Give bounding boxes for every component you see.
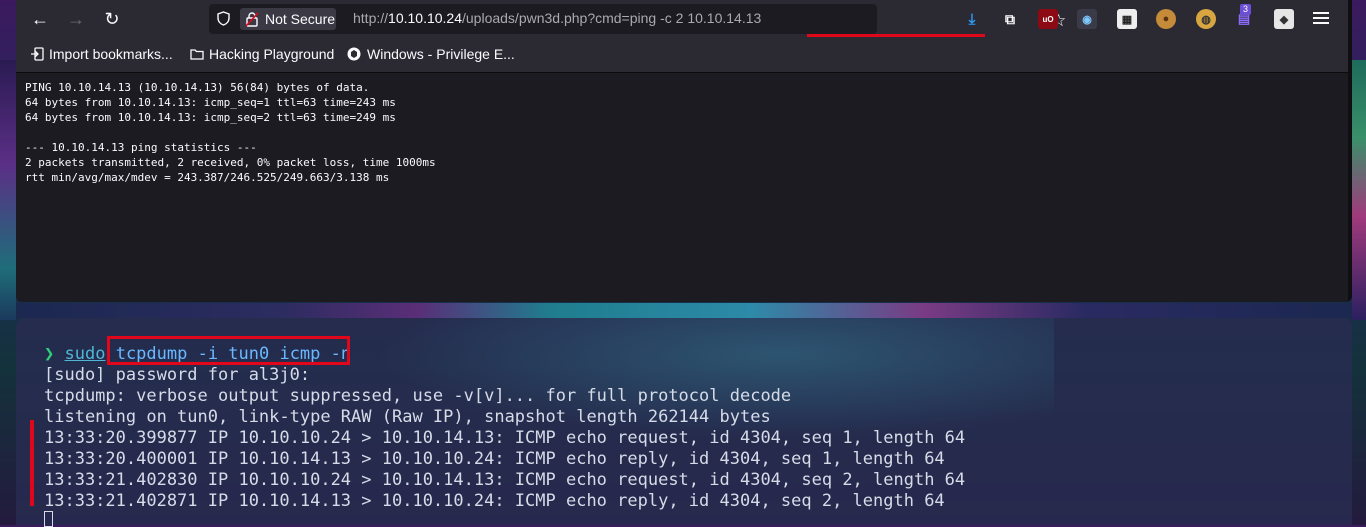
prompt-symbol: ❯ bbox=[44, 344, 55, 364]
downloads-icon[interactable]: ⤓ bbox=[962, 9, 982, 29]
hamburger-menu-icon[interactable] bbox=[1313, 9, 1329, 27]
bookmark-hacking-playground[interactable]: Hacking Playground bbox=[209, 46, 334, 62]
site-favicon-icon bbox=[347, 47, 361, 61]
security-indicator[interactable]: Not Secure bbox=[240, 8, 336, 30]
terminal-line: [sudo] password for al3j0: bbox=[44, 365, 311, 385]
shield-icon[interactable] bbox=[217, 11, 230, 26]
folder-icon bbox=[190, 49, 204, 60]
qr-code-icon[interactable]: ▦ bbox=[1117, 9, 1137, 29]
output-line: --- 10.10.14.13 ping statistics --- bbox=[25, 141, 257, 154]
terminal-line: 13:33:20.399877 IP 10.10.10.24 > 10.10.1… bbox=[44, 428, 966, 448]
insecure-lock-icon bbox=[245, 12, 259, 27]
back-icon[interactable]: ← bbox=[28, 7, 52, 31]
terminal-line: tcpdump: verbose output suppressed, use … bbox=[44, 386, 792, 406]
bookmark-windows-privesc[interactable]: Windows - Privilege E... bbox=[367, 46, 515, 62]
command-output: PING 10.10.14.13 (10.10.14.13) 56(84) by… bbox=[25, 80, 436, 185]
wappalyzer-icon[interactable]: ◆ bbox=[1274, 9, 1294, 29]
import-icon bbox=[31, 47, 44, 61]
forward-icon[interactable]: → bbox=[64, 7, 88, 31]
security-label: Not Secure bbox=[265, 11, 336, 27]
cookie-icon[interactable]: ● bbox=[1156, 9, 1176, 29]
bookmark-import[interactable]: Import bookmarks... bbox=[49, 46, 173, 62]
output-line: rtt min/avg/max/mdev = 243.387/246.525/2… bbox=[25, 171, 390, 184]
scrollbar[interactable] bbox=[1348, 0, 1352, 302]
url-text[interactable]: http://10.10.10.24/uploads/pwn3d.php?cmd… bbox=[353, 10, 761, 26]
browser-toolbar: ← → ↻ Not Secure http://10.10.10.24/uplo… bbox=[16, 0, 1352, 38]
terminal-line: 13:33:21.402871 IP 10.10.14.13 > 10.10.1… bbox=[44, 491, 945, 511]
browser-window: ← → ↻ Not Secure http://10.10.10.24/uplo… bbox=[16, 0, 1352, 302]
terminal-window[interactable]: ❯ sudo tcpdump -i tun0 icmp -n [sudo] pa… bbox=[16, 318, 1352, 527]
url-host: 10.10.10.24 bbox=[388, 10, 462, 26]
url-highlight-underline bbox=[807, 34, 985, 37]
url-bar[interactable]: Not Secure http://10.10.10.24/uploads/pw… bbox=[209, 4, 1066, 37]
spy-extension-icon[interactable]: ◉ bbox=[1077, 9, 1097, 29]
terminal-line: 13:33:20.400001 IP 10.10.14.13 > 10.10.1… bbox=[44, 449, 945, 469]
sudo-keyword: sudo bbox=[64, 344, 106, 364]
wallpaper-strip bbox=[16, 303, 1352, 318]
output-line: 64 bytes from 10.10.14.13: icmp_seq=1 tt… bbox=[25, 96, 396, 109]
page-content: PING 10.10.14.13 (10.10.14.13) 56(84) by… bbox=[16, 73, 1352, 302]
packets-highlight-bar bbox=[30, 420, 34, 506]
output-line: 2 packets transmitted, 2 received, 0% pa… bbox=[25, 156, 436, 169]
extension-badge-count: 3 bbox=[1240, 4, 1252, 15]
url-path: /uploads/pwn3d.php?cmd=ping -c 2 10.10.1… bbox=[462, 10, 762, 26]
command-highlight-box bbox=[107, 336, 350, 365]
ublock-icon[interactable]: uO bbox=[1038, 9, 1058, 29]
output-line: PING 10.10.14.13 (10.10.14.13) 56(84) by… bbox=[25, 81, 370, 94]
terminal-line: 13:33:21.402830 IP 10.10.10.24 > 10.10.1… bbox=[44, 470, 966, 490]
extensions-icon[interactable]: ⧉ bbox=[1000, 9, 1020, 29]
url-prefix: http:// bbox=[353, 10, 389, 26]
bookmarks-bar: Import bookmarks... Hacking Playground W… bbox=[16, 38, 1352, 73]
reload-icon[interactable]: ↻ bbox=[100, 7, 124, 31]
terminal-line: listening on tun0, link-type RAW (Raw IP… bbox=[44, 407, 771, 427]
output-line: 64 bytes from 10.10.14.13: icmp_seq=2 tt… bbox=[25, 111, 396, 124]
wallpaper-right bbox=[1352, 60, 1366, 320]
wallpaper-left bbox=[0, 60, 16, 320]
cookie-editor-icon[interactable]: ◍ bbox=[1196, 9, 1216, 29]
